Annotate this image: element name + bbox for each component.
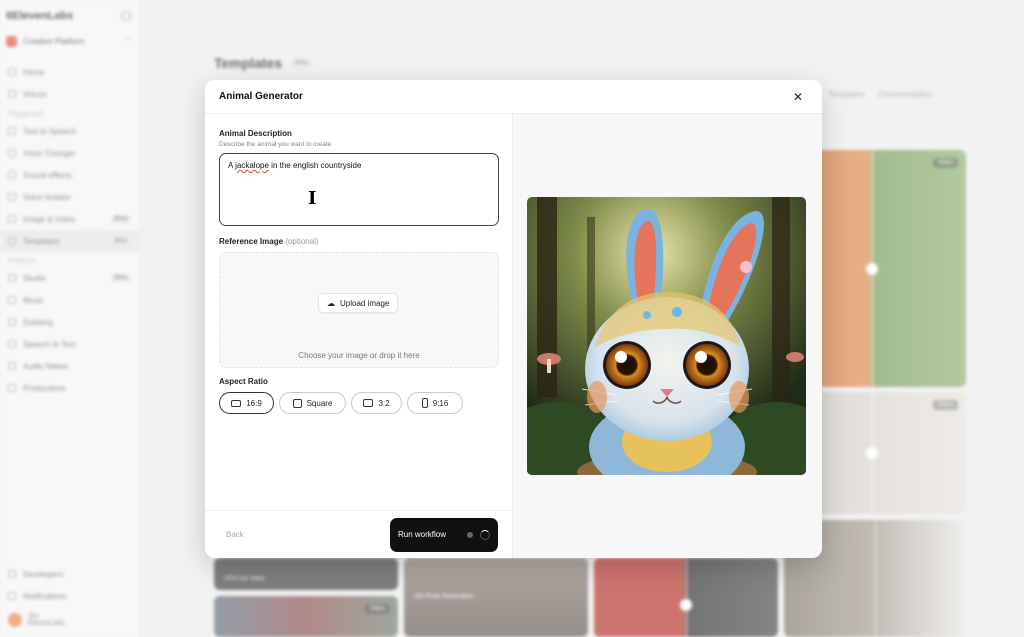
landscape-ratio-icon xyxy=(363,399,374,407)
description-help: Describe the animal you want to create xyxy=(219,141,332,148)
aspect-option-9-16[interactable]: 9:16 xyxy=(407,392,463,414)
upload-image-button[interactable]: ☁ Upload image xyxy=(318,293,399,313)
cloud-upload-icon: ☁ xyxy=(327,298,335,308)
reference-image-dropzone[interactable]: ☁ Upload image Choose your image or drop… xyxy=(219,252,499,368)
form-pane: Animal Description Describe the animal y… xyxy=(205,114,513,558)
animal-generator-modal: Animal Generator ✕ Animal Description De… xyxy=(205,80,822,558)
aspect-option-square[interactable]: Square xyxy=(279,392,346,414)
description-text-post: in the english countryside xyxy=(268,161,362,170)
description-misspelled-word: jackalope xyxy=(235,161,269,170)
jackalope-illustration xyxy=(527,197,806,475)
portrait-ratio-icon xyxy=(421,398,428,408)
modal-body: Animal Description Describe the animal y… xyxy=(205,114,822,558)
run-workflow-button[interactable]: Run workflow xyxy=(390,517,498,552)
description-label: Animal Description xyxy=(219,129,292,138)
modal-footer: Back Run workflow xyxy=(205,510,512,558)
optional-tag: (optional) xyxy=(285,237,319,246)
aspect-option-label: 9:16 xyxy=(432,398,449,408)
aspect-option-label: 16:9 xyxy=(246,398,262,408)
aspect-option-label: 3:2 xyxy=(378,398,390,408)
aspect-option-label: Square xyxy=(306,398,333,408)
aspect-ratio-options: 16:9 Square 3:2 9:16 xyxy=(219,392,498,414)
stop-icon xyxy=(467,531,474,538)
generated-image xyxy=(527,197,806,475)
aspect-option-3-2[interactable]: 3:2 xyxy=(351,392,402,414)
modal-title: Animal Generator xyxy=(219,91,303,102)
run-workflow-label: Run workflow xyxy=(398,530,447,539)
close-icon[interactable]: ✕ xyxy=(790,89,806,105)
animal-description-input[interactable]: A jackalope in the english countryside I xyxy=(219,153,499,226)
reference-label: Reference Image (optional) xyxy=(219,237,498,246)
aspect-option-16-9[interactable]: 16:9 xyxy=(219,392,274,414)
back-button[interactable]: Back xyxy=(226,530,244,539)
square-ratio-icon xyxy=(292,398,302,408)
upload-image-label: Upload image xyxy=(340,298,390,308)
modal-header: Animal Generator ✕ xyxy=(205,80,822,114)
text-cursor-icon: I xyxy=(308,188,317,209)
landscape-ratio-icon xyxy=(231,399,242,407)
upload-hint: Choose your image or drop it here xyxy=(298,351,420,360)
preview-pane xyxy=(513,114,822,558)
aspect-ratio-label: Aspect Ratio xyxy=(219,377,268,386)
loading-spinner-icon xyxy=(480,529,491,540)
reference-label-text: Reference Image xyxy=(219,237,284,246)
